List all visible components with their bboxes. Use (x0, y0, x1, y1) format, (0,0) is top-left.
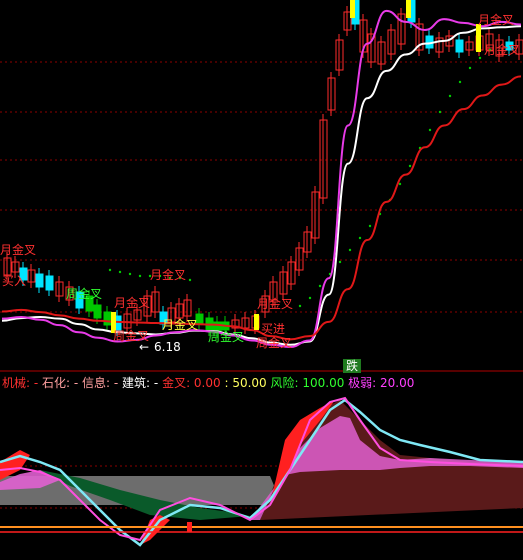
signal-label: 买入 (2, 274, 26, 288)
sar-dot (368, 224, 372, 228)
sar-dot (188, 278, 192, 282)
legend-item: - (113, 376, 123, 390)
sell-tag: 跌 (343, 359, 361, 373)
sar-dot (108, 268, 112, 272)
legend-item: 机械: (2, 376, 34, 390)
legend-item: 风险: 100.00 (266, 376, 345, 390)
legend-item: - (153, 376, 163, 390)
signal-tick (187, 522, 192, 532)
sar-dot (408, 164, 412, 168)
legend-item: 信息: (82, 376, 114, 390)
signal-label: 月金叉 (150, 267, 186, 282)
low-price-marker: 6.18 (154, 340, 181, 354)
legend-item: - (73, 376, 83, 390)
candle (45, 275, 54, 291)
candle (455, 39, 464, 53)
signal-label: 月金叉 (0, 242, 36, 257)
sar-dot (438, 110, 442, 114)
indicator-legend: 机械: - 石化: - 信息: - 建筑: - 金叉: 0.00 : 50.00… (2, 375, 414, 391)
sar-dot (468, 66, 472, 70)
sar-dot (428, 128, 432, 132)
sar-dot (308, 296, 312, 300)
signal-bar (350, 0, 355, 18)
sar-dot (358, 236, 362, 240)
signal-label: 买进 (261, 322, 285, 336)
legend-item: 建筑: (122, 376, 154, 390)
sar-dot (318, 284, 322, 288)
signal-label: 月金叉 (478, 12, 514, 27)
candle (93, 304, 102, 319)
signal-label: 周金叉 (256, 335, 292, 350)
stock-chart: 月金叉买入 月金叉周金叉月金叉月金叉周金叉周金叉月金叉买进周金叉月金叉月金叉 ← … (0, 0, 523, 560)
signal-bar (406, 0, 411, 18)
sar-dot (448, 94, 452, 98)
legend-item: - (33, 376, 43, 390)
sar-dot (478, 56, 482, 60)
sar-dot (458, 80, 462, 84)
sar-dot (348, 248, 352, 252)
signal-label: 月金叉 (257, 296, 293, 311)
sar-dot (338, 260, 342, 264)
sar-dot (128, 272, 132, 276)
candle (103, 311, 112, 326)
signal-label: 月金叉 (114, 295, 150, 310)
signal-label: 月金叉 (162, 317, 198, 332)
legend-item: : 50.00 (220, 376, 267, 390)
low-arrow: ← (139, 340, 149, 354)
sar-dot (118, 270, 122, 274)
signal-label: 周金叉 (66, 286, 102, 301)
signal-label: 周金叉 (208, 329, 244, 344)
signal-bar (254, 314, 259, 330)
sar-dot (138, 274, 142, 278)
sar-dot (398, 182, 402, 186)
legend-item: 金叉: 0.00 (162, 376, 221, 390)
signal-label: 月金叉 (484, 42, 520, 57)
candle (35, 273, 44, 288)
legend-item: 石化: (42, 376, 74, 390)
signal-bar (476, 24, 481, 52)
legend-item: 极弱: 20.00 (344, 376, 415, 390)
sar-dot (298, 304, 302, 308)
